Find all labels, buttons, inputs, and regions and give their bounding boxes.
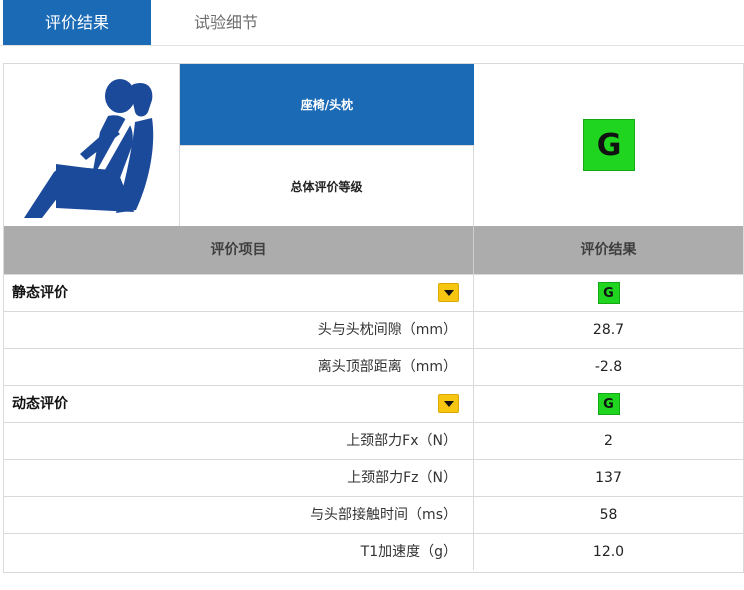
section-static: 静态评价 G: [4, 274, 743, 311]
row-value: 28.7: [592, 322, 625, 338]
row-value: 12.0: [592, 544, 625, 560]
chevron-down-icon[interactable]: [438, 283, 459, 302]
row-item: T1加速度（g）: [4, 534, 474, 570]
table-row: 与头部接触时间（ms） 58: [4, 496, 743, 533]
table-row: T1加速度（g） 12.0: [4, 533, 743, 570]
row-value: 2: [604, 433, 613, 449]
row-value: -2.8: [594, 359, 623, 375]
table-header: 评价项目 评价结果: [4, 226, 743, 274]
row-value: 137: [595, 470, 622, 486]
section-rating-badge: G: [597, 393, 620, 415]
section-rating-cell: G: [474, 386, 743, 422]
seat-headrest-icon: [24, 79, 154, 218]
row-item: 与头部接触时间（ms）: [4, 497, 474, 533]
overall-rating-badge: G: [583, 119, 635, 171]
table-row: 上颈部力Fz（N） 137: [4, 459, 743, 496]
tab-bar: 评价结果 试验细节: [0, 0, 744, 46]
section-rating-badge: G: [597, 282, 620, 304]
section-rating-cell: G: [474, 275, 743, 311]
row-value: 58: [599, 507, 618, 523]
table-row: 头与头枕间隙（mm） 28.7: [4, 311, 743, 348]
tab-results[interactable]: 评价结果: [3, 0, 151, 45]
row-item: 离头顶部距离（mm）: [4, 349, 474, 385]
tab-details[interactable]: 试验细节: [151, 0, 301, 45]
overall-rating-label: 总体评价等级: [180, 145, 474, 226]
row-item: 头与头枕间隙（mm）: [4, 312, 474, 348]
rating-card: 座椅/头枕 总体评价等级 G 评价项目 评价结果 静态评价 G 头与头枕间隙（m…: [3, 63, 744, 573]
header-result: 评价结果: [580, 242, 637, 258]
row-item: 上颈部力Fz（N）: [4, 460, 474, 496]
seat-icon-cell: [4, 64, 180, 226]
table-row: 上颈部力Fx（N） 2: [4, 422, 743, 459]
table-row: 离头顶部距离（mm） -2.8: [4, 348, 743, 385]
section-label: 动态评价: [4, 386, 474, 422]
header-item: 评价项目: [4, 226, 474, 274]
category-title: 座椅/头枕: [180, 64, 474, 145]
chevron-down-icon[interactable]: [438, 394, 459, 413]
section-dynamic: 动态评价 G: [4, 385, 743, 422]
row-item: 上颈部力Fx（N）: [4, 423, 474, 459]
section-label: 静态评价: [4, 275, 474, 311]
